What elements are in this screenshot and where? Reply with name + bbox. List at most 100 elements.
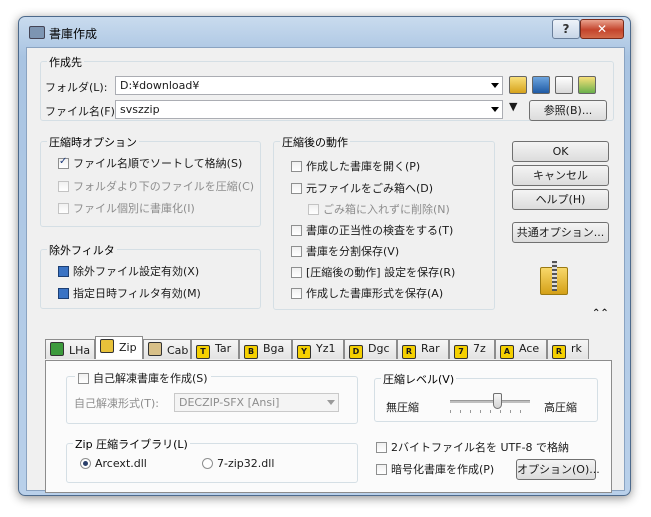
date-filter-checkbox[interactable]: 指定日時フィルタ有効(M) — [58, 285, 201, 301]
compress-subfolders-checkbox[interactable]: フォルダより下のファイルを圧縮(C) — [58, 178, 254, 194]
title-bar[interactable]: 書庫作成 ? ✕ — [19, 17, 630, 47]
browse-button[interactable]: 参照(B)... — [529, 100, 607, 121]
checkbox-box[interactable] — [58, 266, 69, 277]
checkbox-box[interactable] — [291, 267, 302, 278]
cancel-button[interactable]: キャンセル — [512, 165, 609, 186]
close-button[interactable]: ✕ — [580, 19, 624, 39]
split-archive-checkbox[interactable]: 書庫を分割保存(V) — [291, 243, 399, 259]
encrypt-archive-checkbox[interactable]: 暗号化書庫を作成(P) — [376, 461, 494, 477]
level-high-label: 高圧縮 — [544, 401, 577, 414]
chevron-down-icon[interactable] — [327, 400, 335, 405]
window-title: 書庫作成 — [49, 27, 98, 41]
tab-yz1[interactable]: Y Yz1 — [292, 339, 344, 359]
collapse-icon[interactable]: ⌃⌃ — [592, 308, 609, 319]
zip-icon — [100, 339, 114, 353]
history-dropdown-icon[interactable]: ▼ — [509, 100, 517, 113]
7zip32-radio[interactable]: 7-zip32.dll — [202, 457, 274, 470]
checkbox-box[interactable] — [58, 156, 69, 169]
dialog-body: 作成先 フォルダ(L): D:¥download¥ ファイル名(F): svsz… — [26, 47, 625, 493]
tab-label: Zip — [119, 341, 137, 354]
radio-dot[interactable] — [80, 458, 91, 469]
checkbox-label: ごみ箱に入れずに削除(N) — [323, 203, 450, 216]
folder-up-icon[interactable] — [509, 76, 527, 94]
tab-label: LHa — [69, 344, 91, 357]
tab-tar[interactable]: T Tar — [191, 339, 239, 359]
exclude-files-checkbox[interactable]: 除外ファイル設定有効(X) — [58, 263, 199, 279]
ok-button[interactable]: OK — [512, 141, 609, 162]
tab-bga[interactable]: B Bga — [239, 339, 292, 359]
sort-by-name-checkbox[interactable]: ファイル名順でソートして格納(S) — [58, 155, 242, 171]
checkbox-label: 指定日時フィルタ有効(M) — [73, 287, 201, 300]
checkbox-box[interactable] — [291, 288, 302, 299]
archive-individually-checkbox[interactable]: ファイル個別に書庫化(I) — [58, 200, 195, 216]
after-actions-label: 圧縮後の動作 — [280, 134, 350, 150]
folder-refresh-icon[interactable] — [578, 76, 596, 94]
checkbox-label: ファイル個別に書庫化(I) — [73, 202, 195, 215]
create-sfx-checkbox[interactable]: 自己解凍書庫を作成(S) — [75, 370, 211, 386]
verify-archive-checkbox[interactable]: 書庫の正当性の検査をする(T) — [291, 222, 453, 238]
compression-level-slider[interactable] — [450, 393, 530, 417]
checkbox-box[interactable] — [58, 288, 69, 299]
slider-thumb[interactable] — [493, 393, 502, 409]
tab-cab[interactable]: Cab — [143, 339, 191, 359]
folder-label: フォルダ(L): — [45, 81, 108, 94]
tab-dgc[interactable]: D Dgc — [344, 339, 397, 359]
exclude-filter-label: 除外フィルタ — [47, 242, 117, 258]
ace-icon: A — [500, 345, 514, 359]
tab-rar[interactable]: R Rar — [397, 339, 449, 359]
save-archive-format-checkbox[interactable]: 作成した書庫形式を保存(A) — [291, 285, 443, 301]
level-low-label: 無圧縮 — [386, 401, 419, 414]
file-name-combo[interactable]: svszzip — [115, 100, 503, 119]
tab-label: Cab — [167, 344, 189, 357]
checkbox-box[interactable] — [291, 161, 302, 172]
tab-label: Dgc — [368, 342, 390, 355]
desktop-icon[interactable] — [532, 76, 550, 94]
recycle-source-checkbox[interactable]: 元ファイルをごみ箱へ(D) — [291, 180, 433, 196]
file-name-value: svszzip — [120, 103, 160, 116]
save-after-actions-checkbox[interactable]: [圧縮後の動作] 設定を保存(R) — [291, 264, 455, 280]
cab-icon — [148, 342, 162, 356]
checkbox-box[interactable] — [291, 225, 302, 236]
help-button[interactable]: ヘルプ(H) — [512, 189, 609, 210]
utf8-filename-checkbox[interactable]: 2バイトファイル名を UTF-8 で格納 — [376, 439, 569, 455]
folder-combo[interactable]: D:¥download¥ — [115, 76, 503, 95]
tab-label: Ace — [519, 342, 540, 355]
checkbox-box[interactable] — [58, 203, 69, 214]
zip-options-button[interactable]: オプション(O)... — [516, 459, 600, 480]
checkbox-box[interactable] — [78, 373, 89, 384]
radio-dot[interactable] — [202, 458, 213, 469]
file-name-label: ファイル名(F): — [45, 105, 119, 118]
dgc-icon: D — [349, 345, 363, 359]
tab-label: rk — [571, 342, 582, 355]
checkbox-box[interactable] — [291, 246, 302, 257]
checkbox-box[interactable] — [58, 181, 69, 192]
checkbox-label: 作成した書庫形式を保存(A) — [306, 287, 444, 300]
tab-zip[interactable]: Zip — [95, 336, 143, 359]
zipped-folder-icon — [540, 261, 568, 297]
sfx-format-value: DECZIP-SFX [Ansi] — [179, 396, 280, 409]
checkbox-label: 元ファイルをごみ箱へ(D) — [306, 182, 434, 195]
chevron-down-icon[interactable] — [491, 83, 499, 88]
chevron-down-icon[interactable] — [491, 107, 499, 112]
yz1-icon: Y — [297, 345, 311, 359]
destination-group-label: 作成先 — [47, 54, 84, 70]
sfx-format-select[interactable]: DECZIP-SFX [Ansi] — [174, 393, 339, 412]
checkbox-box[interactable] — [291, 183, 302, 194]
tab-ace[interactable]: A Ace — [495, 339, 547, 359]
tab-lha[interactable]: LHa — [45, 339, 95, 359]
tab-label: Rar — [421, 342, 440, 355]
checkbox-box[interactable] — [376, 442, 387, 453]
tab-label: Tar — [215, 342, 232, 355]
checkbox-box[interactable] — [308, 204, 319, 215]
common-options-button[interactable]: 共通オプション... — [512, 222, 609, 243]
checkbox-box[interactable] — [376, 464, 387, 475]
lha-icon — [50, 342, 64, 356]
checkbox-label: 2バイトファイル名を UTF-8 で格納 — [391, 441, 570, 454]
delete-without-recycle-checkbox[interactable]: ごみ箱に入れずに削除(N) — [308, 201, 450, 217]
document-icon[interactable] — [555, 76, 573, 94]
tab-7z[interactable]: 7 7z — [449, 339, 495, 359]
open-archive-checkbox[interactable]: 作成した書庫を開く(P) — [291, 158, 420, 174]
arcext-radio[interactable]: Arcext.dll — [80, 457, 147, 470]
help-title-button[interactable]: ? — [552, 19, 580, 39]
tab-rk[interactable]: Rrk — [547, 339, 589, 359]
